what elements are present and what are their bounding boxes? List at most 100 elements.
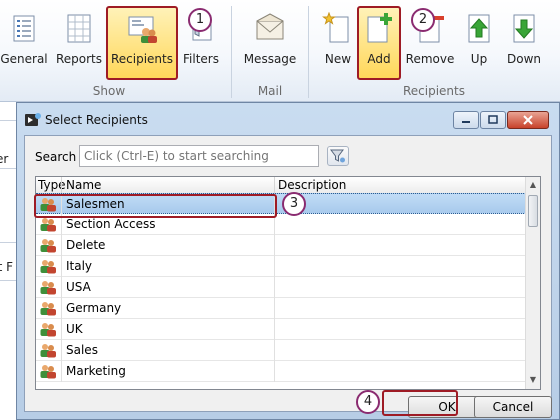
recipients-card-icon xyxy=(128,16,157,43)
grid-header: Type Name Description xyxy=(36,177,526,194)
cell-divider xyxy=(61,361,62,382)
cell-divider xyxy=(61,277,62,298)
recipient-name: Delete xyxy=(66,238,106,252)
new-button[interactable]: New xyxy=(318,4,358,78)
dialog-titlebar[interactable]: Select Recipients xyxy=(17,103,559,135)
vertical-scrollbar[interactable]: ▲ ▼ xyxy=(525,177,540,389)
scroll-thumb[interactable] xyxy=(528,195,538,227)
cell-divider xyxy=(274,340,275,361)
table-row[interactable]: Italy xyxy=(36,256,526,277)
general-button[interactable]: General xyxy=(0,4,48,78)
select-recipients-dialog: Select Recipients Search Type Name D xyxy=(16,102,560,420)
search-filter-button[interactable] xyxy=(327,146,349,166)
arrow-down-icon xyxy=(513,14,535,43)
divider xyxy=(0,120,16,121)
recipients-label: Recipients xyxy=(110,52,173,66)
table-row[interactable]: Delete xyxy=(36,235,526,256)
cell-divider xyxy=(61,256,62,277)
callout-1: 1 xyxy=(188,8,212,32)
app-icon xyxy=(25,113,41,126)
table-row[interactable]: USA xyxy=(36,277,526,298)
column-separator[interactable] xyxy=(61,177,62,193)
recipients-button[interactable]: Recipients xyxy=(108,4,176,78)
filters-label: Filters xyxy=(183,52,219,66)
recipient-name: Italy xyxy=(66,259,93,273)
table-row[interactable]: Sales xyxy=(36,340,526,361)
scroll-up-arrow-icon[interactable]: ▲ xyxy=(528,180,538,190)
user-group-icon xyxy=(40,218,56,232)
user-group-icon xyxy=(40,239,56,253)
remove-label: Remove xyxy=(405,52,455,66)
cell-divider xyxy=(274,361,275,382)
general-label: General xyxy=(0,52,48,66)
cell-divider xyxy=(61,319,62,340)
recipient-name: Marketing xyxy=(66,364,126,378)
cell-divider xyxy=(274,298,275,319)
salesmen-row-highlight xyxy=(34,194,277,218)
group-label-recipients: Recipients xyxy=(402,84,465,98)
background-text-fragment: er xyxy=(0,152,9,166)
reports-button[interactable]: Reports xyxy=(54,4,104,78)
dialog-title: Select Recipients xyxy=(45,113,148,127)
add-button[interactable]: Add xyxy=(359,4,399,78)
group-separator xyxy=(308,6,309,98)
down-label: Down xyxy=(506,52,541,66)
cancel-button[interactable]: Cancel xyxy=(474,396,552,418)
recipient-name: Sales xyxy=(66,343,98,357)
cell-divider xyxy=(274,235,275,256)
user-group-icon xyxy=(40,260,56,274)
arrow-up-icon xyxy=(468,14,490,43)
minimize-icon xyxy=(462,121,470,123)
close-button[interactable] xyxy=(507,111,549,129)
group-label-mail: Mail xyxy=(257,84,283,98)
recipient-name: Germany xyxy=(66,301,122,315)
column-separator[interactable] xyxy=(274,177,275,193)
report-grid-icon xyxy=(67,14,91,43)
add-document-plus-icon xyxy=(367,13,392,43)
close-icon xyxy=(523,115,533,125)
minimize-button[interactable] xyxy=(453,111,479,129)
table-row[interactable]: Germany xyxy=(36,298,526,319)
recipient-name: USA xyxy=(66,280,91,294)
user-group-icon xyxy=(40,344,56,358)
document-list-icon xyxy=(13,15,35,42)
add-label: Add xyxy=(367,52,391,66)
message-button[interactable]: Message xyxy=(240,4,300,78)
ok-button-highlight xyxy=(382,390,458,416)
search-label: Search xyxy=(35,150,77,164)
reports-label: Reports xyxy=(55,52,103,66)
cell-divider xyxy=(274,319,275,340)
table-row[interactable]: Marketing xyxy=(36,361,526,382)
callout-3: 3 xyxy=(282,192,306,216)
table-row[interactable]: UK xyxy=(36,319,526,340)
group-label-show: Show xyxy=(92,84,126,98)
background-app-panel: er nt F xyxy=(0,102,17,420)
up-label: Up xyxy=(470,52,488,66)
up-button[interactable]: Up xyxy=(460,4,498,78)
envelope-icon xyxy=(256,13,284,40)
user-group-icon xyxy=(40,365,56,379)
scroll-down-arrow-icon[interactable]: ▼ xyxy=(528,375,538,385)
background-text-fragment: nt F xyxy=(0,260,14,274)
divider xyxy=(0,168,16,169)
divider xyxy=(0,280,16,281)
maximize-icon xyxy=(488,115,498,124)
search-input[interactable] xyxy=(79,145,319,167)
message-label: Message xyxy=(243,52,297,66)
dialog-body: Search Type Name Description SalesmenSec… xyxy=(24,135,552,418)
cell-divider xyxy=(61,340,62,361)
user-group-icon xyxy=(40,323,56,337)
new-document-star-icon xyxy=(322,12,349,43)
column-header-description[interactable]: Description xyxy=(278,178,346,192)
recipient-name: UK xyxy=(66,322,83,336)
group-separator xyxy=(231,6,232,98)
callout-4: 4 xyxy=(356,390,380,414)
user-group-icon xyxy=(40,281,56,295)
down-button[interactable]: Down xyxy=(502,4,546,78)
recipient-name: Section Access xyxy=(66,217,156,231)
cell-divider xyxy=(61,235,62,256)
ribbon-toolbar: General Reports Recipients Filters Messa… xyxy=(0,0,560,102)
maximize-button[interactable] xyxy=(480,111,506,129)
column-header-name[interactable]: Name xyxy=(66,178,106,192)
divider xyxy=(0,242,16,243)
